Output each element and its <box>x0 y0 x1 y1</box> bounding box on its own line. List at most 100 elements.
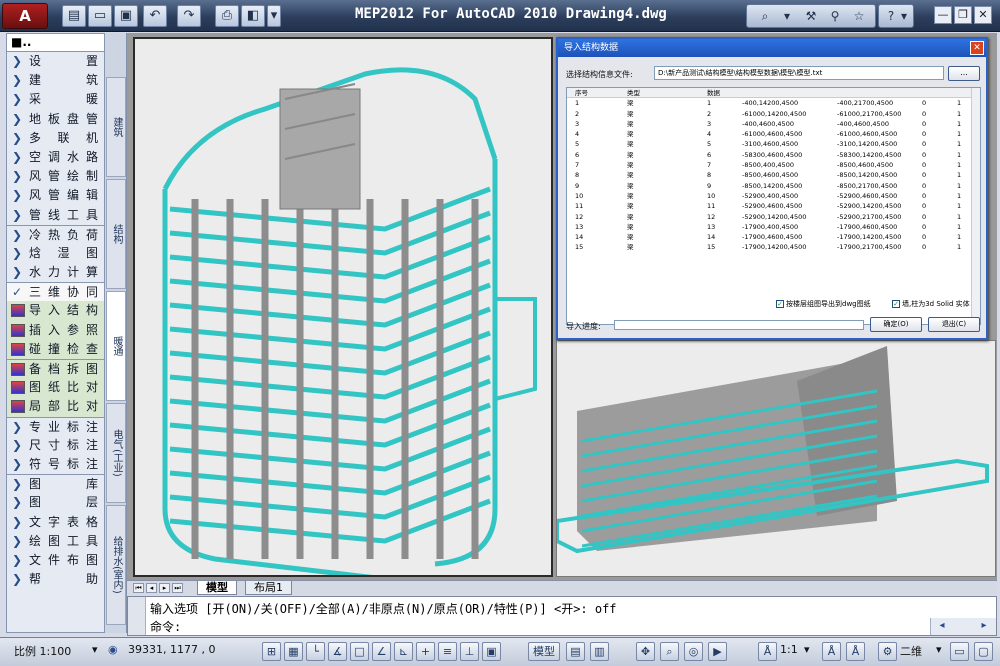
layout-view2-icon[interactable]: ▥ <box>590 642 609 661</box>
menu-item[interactable]: ❯ 地板盘管 <box>7 110 104 129</box>
menu-item[interactable]: ❯ 文字表格 <box>7 513 104 532</box>
menu-item[interactable]: ❯ 设 置 <box>7 52 104 71</box>
menu-item[interactable]: 导入结构 <box>7 301 104 321</box>
annotation-scale-icon[interactable]: Å <box>758 642 777 661</box>
tab-electrical[interactable]: 电气(工业) <box>106 403 126 503</box>
quick-access-dropdown-icon[interactable]: ▾ <box>267 5 281 27</box>
scroll-right-icon[interactable]: ▸ <box>977 619 991 633</box>
restore-button[interactable]: ❐ <box>954 6 972 24</box>
tab-hvac[interactable]: 暖通 <box>106 291 126 401</box>
file-path-input[interactable]: D:\新产品测试\结构模型\结构模型数据\模型\模型.txt <box>654 66 944 80</box>
qp-icon[interactable]: ⊥ <box>460 642 479 661</box>
table-row[interactable]: 3 梁 3 -400,4600,4500 -400,4600,4500 0 1 <box>567 119 980 129</box>
table-row[interactable]: 7 梁 7 -8500,400,4500 -8500,4600,4500 0 1 <box>567 160 980 170</box>
print-icon[interactable]: ⎙ <box>215 5 239 27</box>
showmotion-icon[interactable]: ▶ <box>708 642 727 661</box>
table-row[interactable]: 4 梁 4 -61000,4600,4500 -61000,4600,4500 0 1 <box>567 129 980 139</box>
browse-button[interactable]: ... <box>948 66 980 81</box>
menu-item[interactable]: ❯ 尺寸标注 <box>7 436 104 455</box>
menu-item[interactable]: 备档拆图 <box>7 359 104 379</box>
command-scrollbar[interactable]: ◂ ▸ <box>930 618 996 635</box>
menu-item[interactable]: 图纸比对 <box>7 378 104 398</box>
structure-data-table[interactable]: 序号 类型 数据 1 梁 1 -400,14200,4500 -400,21700,45… <box>566 87 981 325</box>
otrack-icon[interactable]: ∠ <box>372 642 391 661</box>
table-row[interactable]: 11 梁 11 -52900,4600,4500 -52900,14200,4500 0 1 <box>567 201 980 211</box>
clean-screen-icon[interactable]: ▢ <box>974 642 993 661</box>
scroll-left-icon[interactable]: ◂ <box>935 619 949 633</box>
sc-icon[interactable]: ▣ <box>482 642 501 661</box>
polar-icon[interactable]: ∡ <box>328 642 347 661</box>
publish-icon[interactable]: ◧ <box>241 5 265 27</box>
dialog-close-icon[interactable]: ✕ <box>970 41 984 55</box>
table-row[interactable]: 12 梁 12 -52900,14200,4500 -52900,21700,4500 0… <box>567 212 980 222</box>
tab-layout1[interactable]: 布局1 <box>245 581 292 595</box>
steering-wheel-icon[interactable]: ◎ <box>684 642 703 661</box>
snap-icon[interactable]: ⊞ <box>262 642 281 661</box>
menu-item[interactable]: ❯ 专业标注 <box>7 416 104 436</box>
tab-model[interactable]: 模型 <box>197 581 237 595</box>
scale-dropdown-icon[interactable]: ▾ <box>92 643 98 656</box>
workspace-dropdown-icon[interactable]: ▾ <box>936 643 942 656</box>
menu-item[interactable]: ❯ 冷热负荷 <box>7 224 104 244</box>
last-tab-icon[interactable]: ⏭ <box>172 583 183 593</box>
layout-view-icon[interactable]: ▤ <box>566 642 585 661</box>
table-row[interactable]: 5 梁 5 -3100,4600,4500 -3100,14200,4500 0 1 <box>567 139 980 149</box>
lineweight-icon[interactable]: ≡ <box>438 642 457 661</box>
autoscale-icon[interactable]: Å <box>846 642 865 661</box>
menu-item[interactable]: 碰撞检查 <box>7 339 104 359</box>
exit-button[interactable]: 退出(C) <box>928 317 980 332</box>
menu-item[interactable]: 局部比对 <box>7 397 104 417</box>
communication-icon[interactable]: ⚲ <box>825 7 845 25</box>
prev-tab-icon[interactable]: ◂ <box>146 583 157 593</box>
menu-item[interactable]: ✓ 三维协同 <box>7 282 104 302</box>
viewport-left[interactable] <box>133 37 553 582</box>
minimize-button[interactable]: — <box>934 6 952 24</box>
menu-item[interactable]: ❯ 空调水路 <box>7 148 104 167</box>
scale-selector[interactable]: 比例 1:100 <box>14 643 71 659</box>
dyn-icon[interactable]: + <box>416 642 435 661</box>
first-tab-icon[interactable]: ⏮ <box>133 583 144 593</box>
viewport-right[interactable] <box>555 340 996 577</box>
table-row[interactable]: 2 梁 2 -61000,14200,4500 -61000,21700,4500 0 1 <box>567 109 980 119</box>
menu-item[interactable]: ❯ 图 库 <box>7 474 104 493</box>
autocad-menu-button[interactable]: A <box>2 3 48 29</box>
table-row[interactable]: 15 梁 15 -17900,14200,4500 -17900,21700,4500 0… <box>567 242 980 252</box>
toolbar-lock-icon[interactable]: ▭ <box>950 642 969 661</box>
menu-item[interactable]: ❯ 文件布图 <box>7 551 104 570</box>
table-row[interactable]: 1 梁 1 -400,14200,4500 -400,21700,4500 0 1 <box>567 98 980 108</box>
ducs-icon[interactable]: ⊾ <box>394 642 413 661</box>
table-row[interactable]: 13 梁 13 -17900,400,4500 -17900,4600,4500 0 1 <box>567 222 980 232</box>
favorites-star-icon[interactable]: ☆ <box>849 7 869 25</box>
undo-icon[interactable]: ↶ <box>143 5 167 27</box>
pan-icon[interactable]: ✥ <box>636 642 655 661</box>
menu-item[interactable]: ❯ 绘图工具 <box>7 532 104 551</box>
wrench-icon[interactable]: ⚒ <box>801 7 821 25</box>
tab-architecture[interactable]: 建筑 <box>106 77 126 177</box>
annotation-scale-dropdown-icon[interactable]: ▾ <box>804 643 810 656</box>
table-row[interactable]: 8 梁 8 -8500,4600,4500 -8500,14200,4500 0 1 <box>567 170 980 180</box>
menu-item[interactable]: ❯ 风管编辑 <box>7 186 104 205</box>
menu-header[interactable]: ■.. <box>7 34 104 52</box>
table-row[interactable]: 10 梁 10 -52900,400,4500 -52900,4600,4500 0 1 <box>567 191 980 201</box>
menu-item[interactable]: ❯ 符号标注 <box>7 455 104 474</box>
menu-item[interactable]: ❯ 采 暖 <box>7 90 104 109</box>
tab-structure[interactable]: 结构 <box>106 179 126 289</box>
next-tab-icon[interactable]: ▸ <box>159 583 170 593</box>
command-window-grip[interactable] <box>128 597 146 635</box>
redo-icon[interactable]: ↷ <box>177 5 201 27</box>
menu-item[interactable]: ❯ 帮 助 <box>7 570 104 589</box>
menu-item[interactable]: ❯ 水力计算 <box>7 263 104 282</box>
help-dropdown-icon[interactable]: ▾ <box>897 7 911 25</box>
menu-item[interactable]: ❯ 焓 湿 图 <box>7 244 104 263</box>
annotation-scale-value[interactable]: 1:1 <box>780 643 798 656</box>
workspace-icon[interactable]: ⚙ <box>878 642 897 661</box>
close-button[interactable]: ✕ <box>974 6 992 24</box>
open-file-icon[interactable]: ▭ <box>88 5 112 27</box>
annotation-visibility-icon[interactable]: Å <box>822 642 841 661</box>
dropdown-icon[interactable]: ▾ <box>777 7 797 25</box>
ok-button[interactable]: 确定(O) <box>870 317 922 332</box>
menu-item[interactable]: ❯ 风管绘制 <box>7 167 104 186</box>
solid-checkbox[interactable]: ✓ 墙,柱为3d Solid 实体 <box>892 299 970 309</box>
save-icon[interactable]: ▣ <box>114 5 138 27</box>
workspace-value[interactable]: 二维 <box>900 643 922 659</box>
